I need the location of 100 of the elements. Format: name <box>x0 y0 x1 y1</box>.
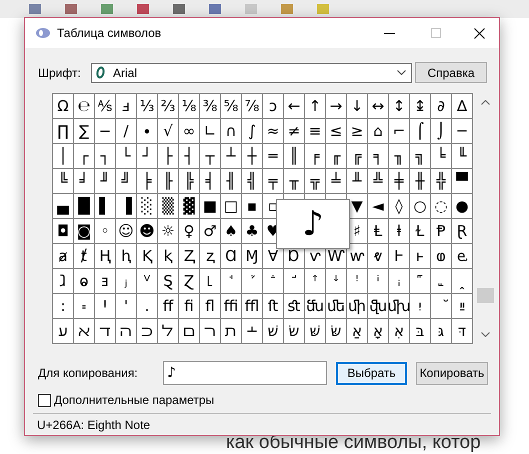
character-cell[interactable]: ♠ <box>221 219 242 244</box>
character-cell[interactable]: ╥ <box>284 169 305 194</box>
app-icon[interactable] <box>100 3 114 15</box>
character-cell[interactable]: ╕ <box>368 144 389 169</box>
character-cell[interactable]: ╠ <box>179 169 200 194</box>
character-cell[interactable]: ⅞ <box>242 94 263 119</box>
character-cell[interactable]: ← <box>284 94 305 119</box>
character-cell[interactable]: דּ <box>452 319 473 344</box>
character-cell[interactable]: ▓ <box>179 194 200 219</box>
character-cell[interactable]: Ⱪ <box>137 244 158 269</box>
character-cell[interactable]: ꜗ <box>221 269 242 294</box>
character-cell[interactable]: ▄ <box>53 194 74 219</box>
character-cell[interactable]: ꜛ <box>305 269 326 294</box>
help-button[interactable]: Справка <box>415 62 487 83</box>
character-cell[interactable]: ↓ <box>347 94 368 119</box>
character-cell[interactable]: ╣ <box>242 169 263 194</box>
character-cell[interactable]: └ <box>116 144 137 169</box>
character-cell[interactable]: ≈ <box>263 119 284 144</box>
character-cell[interactable]: שּׁ <box>305 319 326 344</box>
character-cell[interactable]: ┼ <box>242 144 263 169</box>
character-cell[interactable]: ꞌ <box>116 294 137 319</box>
character-cell[interactable]: ⌐ <box>389 119 410 144</box>
checkbox[interactable] <box>38 394 51 406</box>
character-cell[interactable]: ﬧ <box>200 319 221 344</box>
character-cell[interactable]: ≡ <box>305 119 326 144</box>
character-cell[interactable]: ∆ <box>452 94 473 119</box>
character-cell[interactable]: ♀ <box>179 219 200 244</box>
character-cell[interactable]: ꜟ <box>389 269 410 294</box>
character-cell[interactable]: Ɀ <box>179 269 200 294</box>
character-cell[interactable]: ░ <box>137 194 158 219</box>
character-cell[interactable]: ﬕ <box>347 294 368 319</box>
character-cell[interactable]: Ω <box>53 94 74 119</box>
character-cell[interactable]: ┐ <box>95 144 116 169</box>
character-cell[interactable]: ⱦ <box>74 244 95 269</box>
character-cell[interactable]: ⅍ <box>95 94 116 119</box>
character-cell[interactable]: ▪ <box>242 194 263 219</box>
character-cell[interactable]: ■ <box>200 194 221 219</box>
app-icon[interactable] <box>64 3 78 15</box>
character-cell[interactable]: ⅔ <box>158 94 179 119</box>
character-cell[interactable]: ⅝ <box>221 94 242 119</box>
character-cell[interactable]: ╗ <box>410 144 431 169</box>
character-cell[interactable]: ﬢ <box>95 319 116 344</box>
character-cell[interactable]: ╔ <box>347 144 368 169</box>
character-cell[interactable]: ⱬ <box>200 244 221 269</box>
character-cell[interactable]: ꜡ <box>431 269 452 294</box>
character-cell[interactable]: ꜘ <box>242 269 263 294</box>
character-cell[interactable]: ꜖ <box>200 269 221 294</box>
character-cell[interactable]: ∟ <box>200 119 221 144</box>
character-cell[interactable]: ◌ <box>431 194 452 219</box>
character-cell[interactable]: ⱴ <box>368 244 389 269</box>
character-cell[interactable]: ▒ <box>158 194 179 219</box>
font-dropdown[interactable]: Arial <box>91 62 412 82</box>
character-cell[interactable]: ∫ <box>242 119 263 144</box>
character-cell[interactable]: ☺ <box>116 219 137 244</box>
character-cell[interactable]: ╤ <box>263 169 284 194</box>
character-cell[interactable]: ﬅ <box>263 294 284 319</box>
character-cell[interactable]: ≥ <box>347 119 368 144</box>
character-cell[interactable]: ▐ <box>116 194 137 219</box>
character-cell[interactable]: ● <box>452 194 473 219</box>
character-cell[interactable]: → <box>326 94 347 119</box>
character-cell[interactable]: ⱸ <box>452 244 473 269</box>
character-cell[interactable]: ﬡ <box>74 319 95 344</box>
character-cell[interactable]: ﬞ <box>431 294 452 319</box>
character-cell[interactable]: ⱻ <box>95 269 116 294</box>
character-cell[interactable]: Ɫ <box>410 219 431 244</box>
copy-button[interactable]: Копировать <box>416 362 488 384</box>
character-cell[interactable]: אָ <box>368 319 389 344</box>
character-cell[interactable]: √ <box>158 119 179 144</box>
character-cell[interactable]: שׂ <box>284 319 305 344</box>
character-cell[interactable]: ꞊ <box>74 294 95 319</box>
character-cell[interactable]: Ɑ <box>221 244 242 269</box>
character-cell[interactable]: ╦ <box>305 169 326 194</box>
character-cell[interactable]: ╜ <box>95 169 116 194</box>
character-cell[interactable]: ﬄ <box>242 294 263 319</box>
character-cell[interactable]: ♂ <box>200 219 221 244</box>
character-cell[interactable]: Ɽ <box>452 219 473 244</box>
character-cell[interactable]: ⱺ <box>74 269 95 294</box>
character-cell[interactable]: ├ <box>158 144 179 169</box>
character-cell[interactable]: ꜙ <box>263 269 284 294</box>
character-cell[interactable]: ╫ <box>410 169 431 194</box>
character-cell[interactable]: ײַ <box>452 294 473 319</box>
character-cell[interactable]: □ <box>221 194 242 219</box>
character-cell[interactable]: ┘ <box>137 144 158 169</box>
character-cell[interactable]: ﬔ <box>326 294 347 319</box>
character-cell[interactable]: ⱶ <box>410 244 431 269</box>
minimize-icon[interactable] <box>384 32 395 34</box>
character-cell[interactable]: ﬤ <box>137 319 158 344</box>
character-cell[interactable]: ﬆ <box>284 294 305 319</box>
character-cell[interactable]: ﬂ <box>200 294 221 319</box>
character-cell[interactable]: בּ <box>410 319 431 344</box>
character-cell[interactable]: גּ <box>431 319 452 344</box>
app-icon[interactable] <box>172 3 186 15</box>
character-cell[interactable]: ﬩ <box>242 319 263 344</box>
character-cell[interactable]: ╟ <box>158 169 179 194</box>
character-cell[interactable]: ╖ <box>389 144 410 169</box>
character-cell[interactable]: ⅓ <box>137 94 158 119</box>
character-cell[interactable]: Ᵽ <box>431 219 452 244</box>
character-cell[interactable]: שׁ <box>263 319 284 344</box>
character-cell[interactable]: ╚ <box>53 169 74 194</box>
close-icon[interactable] <box>474 28 485 38</box>
